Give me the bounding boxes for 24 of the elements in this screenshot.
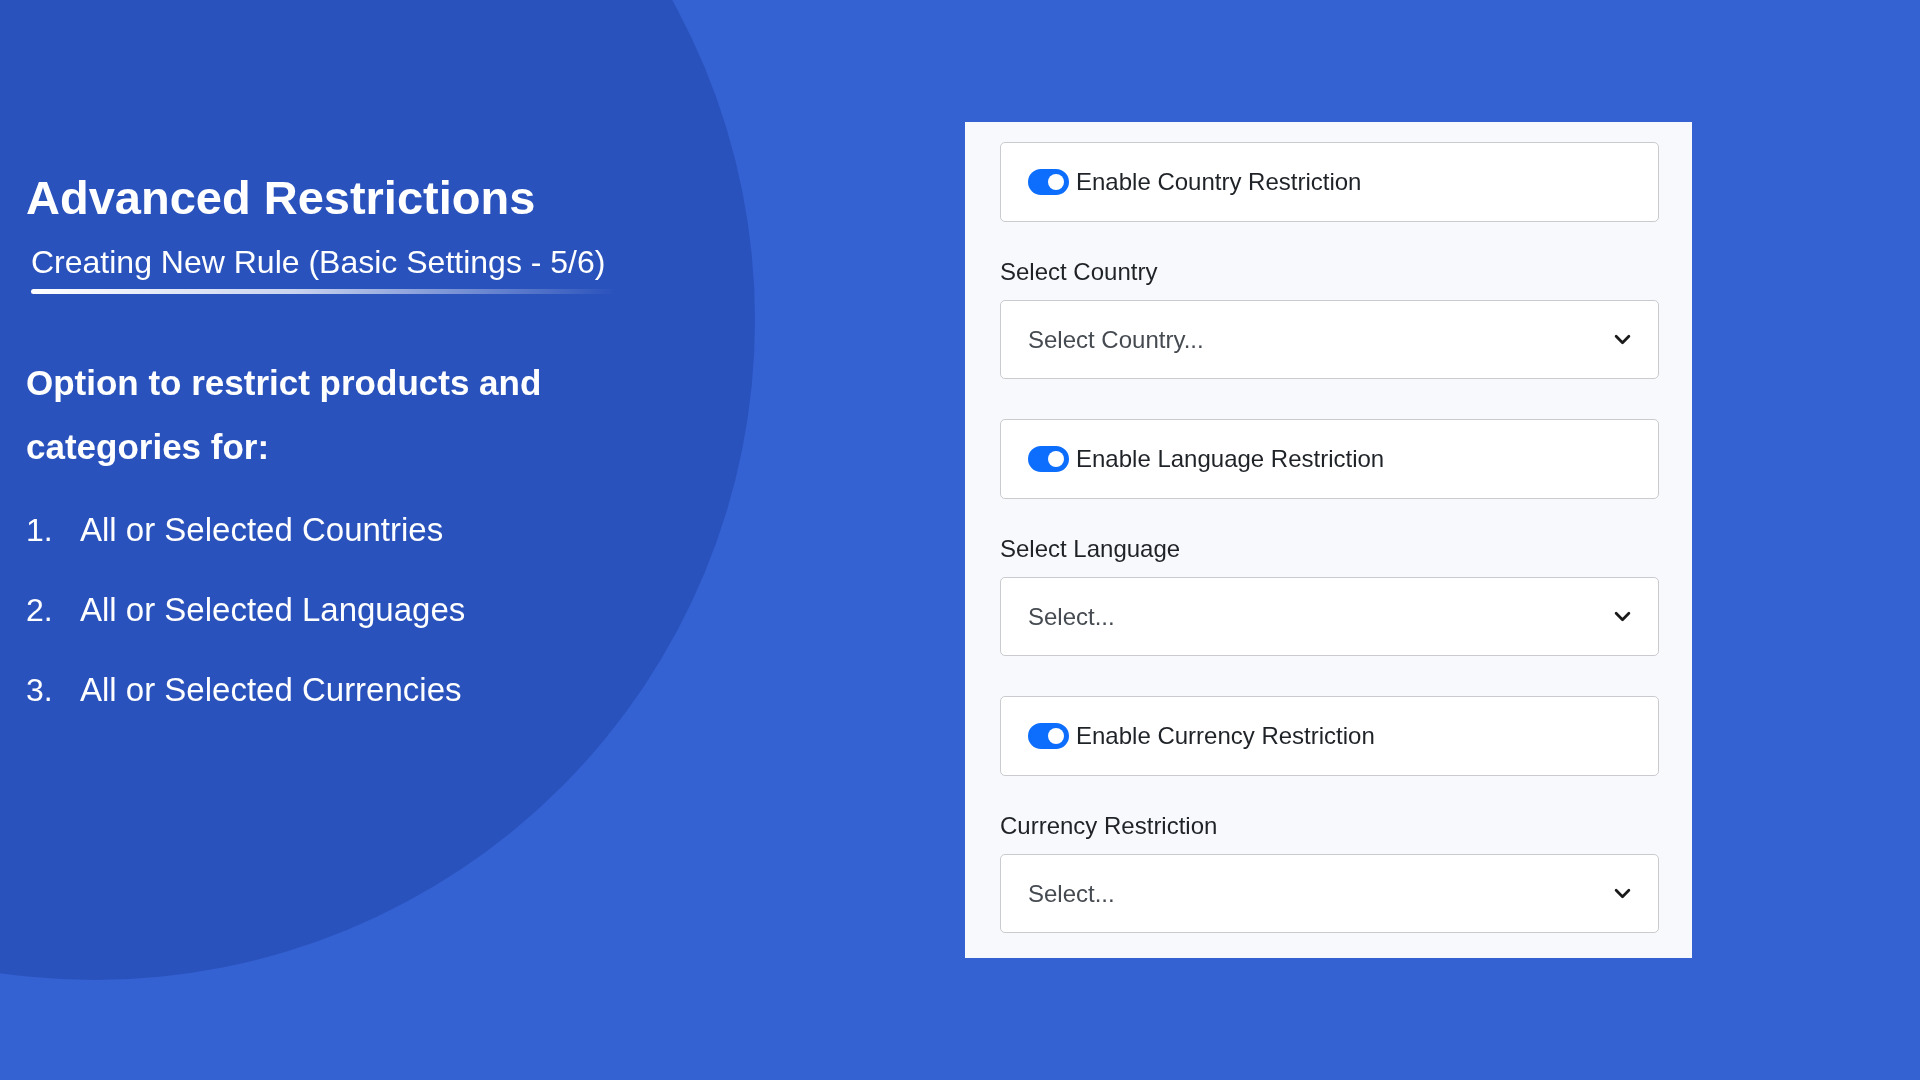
field-label: Select Language <box>1000 535 1181 563</box>
chevron-down-icon <box>1614 611 1631 622</box>
toggle-switch[interactable] <box>1028 723 1069 749</box>
dropdown-select[interactable]: Select... <box>1000 577 1659 656</box>
toggle-switch[interactable] <box>1028 446 1069 472</box>
list-item-text: All or Selected Currencies <box>80 671 462 709</box>
intro-text: Option to restrict products and categories for: <box>26 362 543 468</box>
list-number: 1. <box>26 511 54 549</box>
slide-subtitle: Creating New Rule (Basic Settings - 5/6) <box>31 244 606 280</box>
dropdown-select[interactable]: Select Country... <box>1000 300 1659 379</box>
dropdown-select[interactable]: Select... <box>1000 854 1659 933</box>
field-label: Currency Restriction <box>1000 812 1218 840</box>
list-number: 2. <box>26 591 54 629</box>
toggle-switch[interactable] <box>1028 169 1069 195</box>
list-item-text: All or Selected Languages <box>80 591 466 629</box>
slide-title: Advanced Restrictions <box>26 170 536 226</box>
list-number: 3. <box>26 671 54 709</box>
toggle-label: Enable Currency Restriction <box>1076 722 1375 750</box>
toggle-label: Enable Language Restriction <box>1076 445 1385 473</box>
chevron-down-icon <box>1614 888 1631 899</box>
list-item-text: All or Selected Countries <box>80 511 444 549</box>
field-label: Select Country <box>1000 258 1158 286</box>
chevron-down-icon <box>1614 334 1631 345</box>
toggle-label: Enable Country Restriction <box>1076 168 1362 196</box>
